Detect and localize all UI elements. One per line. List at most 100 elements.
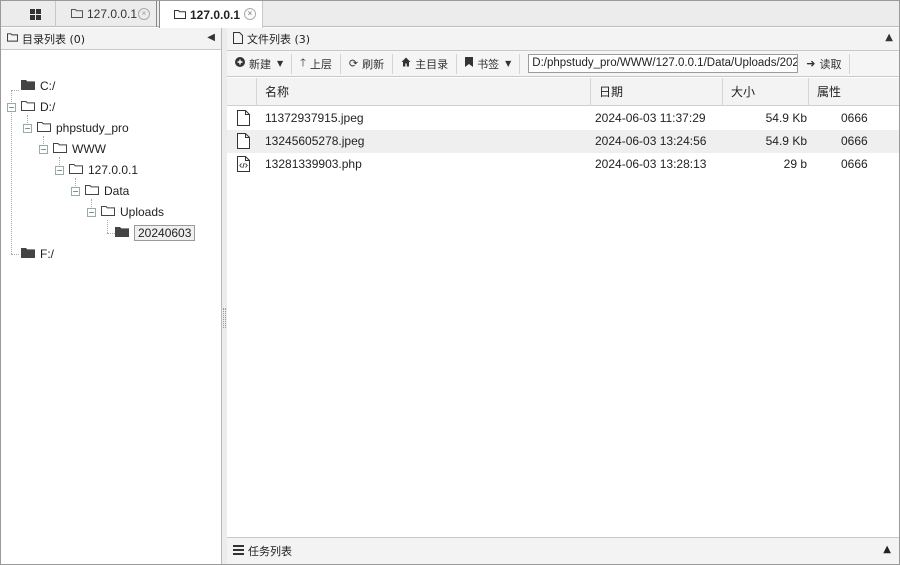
tree-toggle-minus-icon[interactable]: −: [39, 145, 48, 154]
read-label: 读取: [819, 57, 842, 71]
up-label: 上层: [309, 57, 332, 71]
folder-open-icon: [21, 100, 35, 114]
tree-item-uploads[interactable]: Uploads: [101, 203, 164, 221]
tree-item-label: 20240603: [134, 225, 196, 241]
file-attr: 0666: [841, 134, 868, 148]
tree-toggle-minus-icon[interactable]: −: [23, 124, 32, 133]
home-dir-button[interactable]: 主目录: [393, 53, 458, 74]
file-toolbar: 新建 ▼ 🡑 上层 ⟳ 刷新 主目录 书签 ▼ D:/phpstudy_pro/…: [227, 51, 899, 77]
tree-item-c-drive[interactable]: C:/: [21, 77, 55, 95]
list-icon: [233, 544, 244, 558]
folder-open-icon: [69, 163, 83, 177]
file-list-panel: 文件列表 (3) ▲ 新建 ▼ 🡑 上层 ⟳ 刷新 主目录 书签 ▼ D:/ph…: [227, 28, 899, 564]
file-icon: [233, 31, 243, 47]
folder-open-icon: [101, 205, 115, 219]
folder-closed-icon: [115, 226, 129, 240]
folder-open-icon: [53, 142, 67, 156]
file-date: 2024-06-03 11:37:29: [595, 111, 706, 125]
folder-closed-icon: [21, 247, 35, 261]
tree-line: [11, 90, 12, 254]
collapse-up-icon[interactable]: ▲: [885, 32, 893, 43]
tree-line: [11, 90, 19, 91]
up-level-button[interactable]: 🡑 上层: [292, 53, 341, 74]
file-date: 2024-06-03 13:24:56: [595, 134, 707, 148]
tree-item-20240603[interactable]: 20240603: [115, 224, 196, 242]
tab-label: 127.0.0.1: [87, 7, 138, 21]
file-size: 54.9 Kb: [765, 134, 807, 148]
tree-item-d-drive[interactable]: D:/: [21, 98, 55, 116]
tree-item-f-drive[interactable]: F:/: [21, 245, 54, 263]
file-size: 29 b: [783, 157, 807, 171]
folder-open-icon: [37, 121, 51, 135]
folder-open-icon: [85, 184, 99, 198]
home-tab-grid-icon[interactable]: [16, 1, 56, 27]
tree-item-phpstudy-pro[interactable]: phpstudy_pro: [37, 119, 129, 137]
tree-item-label: WWW: [72, 142, 106, 156]
caret-down-icon: ▼: [277, 59, 284, 68]
refresh-button[interactable]: ⟳ 刷新: [341, 53, 394, 74]
tree-item-label: F:/: [40, 247, 54, 261]
tree-item-label: 127.0.0.1: [88, 163, 139, 177]
tree-item-label: D:/: [40, 100, 56, 114]
new-label: 新建: [249, 57, 271, 71]
new-button[interactable]: 新建 ▼: [227, 53, 293, 74]
column-name-header[interactable]: 名称: [257, 78, 591, 106]
bookmark-button[interactable]: 书签 ▼: [457, 53, 521, 74]
directory-panel-title: 目录列表 (0): [22, 32, 86, 46]
column-icon-header: [227, 78, 257, 106]
tree-item-127-0-0-1[interactable]: 127.0.0.1: [69, 161, 138, 179]
tab-127-0-0-1-active[interactable]: 127.0.0.1 ×: [159, 1, 263, 28]
file-name: 13281339903.php: [265, 157, 362, 171]
file-date: 2024-06-03 13:28:13: [595, 157, 707, 171]
tree-item-label: Data: [104, 184, 130, 198]
tree-toggle-minus-icon[interactable]: −: [87, 208, 96, 217]
tree-item-label: C:/: [40, 79, 56, 93]
table-row[interactable]: 13245605278.jpeg 2024-06-03 13:24:56 54.…: [227, 130, 899, 153]
file-name: 11372937915.jpeg: [265, 111, 364, 125]
file-icon: [237, 110, 250, 129]
table-row[interactable]: 13281339903.php 2024-06-03 13:28:13 29 b…: [227, 153, 899, 176]
tree-toggle-minus-icon[interactable]: −: [55, 166, 64, 175]
tree-line: [107, 233, 115, 234]
arrow-up-icon: 🡑: [300, 56, 306, 69]
file-attr: 0666: [841, 111, 868, 125]
task-list-panel: 任务列表 ▲: [227, 537, 899, 564]
home-label: 主目录: [415, 57, 449, 71]
file-table-header: 名称 日期 大小 属性: [227, 78, 899, 106]
folder-closed-icon: [21, 79, 35, 93]
refresh-label: 刷新: [362, 57, 385, 71]
tree-toggle-minus-icon[interactable]: −: [7, 103, 16, 112]
file-list-header: 文件列表 (3) ▲: [227, 28, 899, 51]
tree-item-label: Uploads: [120, 205, 165, 219]
tree-item-www[interactable]: WWW: [53, 140, 106, 158]
column-date-header[interactable]: 日期: [591, 78, 723, 106]
close-tab-icon[interactable]: ×: [138, 8, 150, 20]
path-input[interactable]: D:/phpstudy_pro/WWW/127.0.0.1/Data/Uploa…: [528, 54, 799, 73]
plus-circle-icon: [235, 57, 245, 70]
file-list-title: 文件列表 (3): [247, 33, 311, 46]
splitter-grip-icon[interactable]: [223, 308, 226, 328]
refresh-icon: ⟳: [348, 57, 359, 70]
file-icon: [237, 133, 250, 152]
file-name: 13245605278.jpeg: [265, 134, 365, 148]
directory-panel: 目录列表 (0) ◀ C:/ − D:/ − phpstudy_pro − WW…: [1, 28, 222, 564]
column-size-header[interactable]: 大小: [723, 78, 809, 106]
tab-127-0-0-1-inactive[interactable]: 127.0.0.1 ×: [57, 1, 157, 27]
folder-icon: [71, 7, 83, 21]
tab-label: 127.0.0.1: [190, 7, 241, 22]
tree-item-label: phpstudy_pro: [56, 121, 129, 135]
tab-bar: ◀ 127.0.0.1 × 127.0.0.1 × ▶: [1, 1, 899, 564]
tree-toggle-minus-icon[interactable]: −: [71, 187, 80, 196]
tree-item-data[interactable]: Data: [85, 182, 129, 200]
file-manager-window: ◀ 127.0.0.1 × 127.0.0.1 × ▶ 目录列表 (0) ◀: [0, 0, 900, 565]
column-attr-header[interactable]: 属性: [809, 78, 899, 106]
task-list-title: 任务列表: [248, 545, 292, 558]
folder-icon: [174, 8, 186, 22]
read-button[interactable]: ➜ 读取: [798, 53, 851, 74]
file-attr: 0666: [841, 157, 868, 171]
table-row[interactable]: 11372937915.jpeg 2024-06-03 11:37:29 54.…: [227, 107, 899, 130]
close-tab-icon[interactable]: ×: [244, 8, 256, 20]
expand-up-icon[interactable]: ▲: [883, 544, 891, 555]
folder-icon: [7, 32, 18, 45]
collapse-left-icon[interactable]: ◀: [207, 32, 215, 43]
